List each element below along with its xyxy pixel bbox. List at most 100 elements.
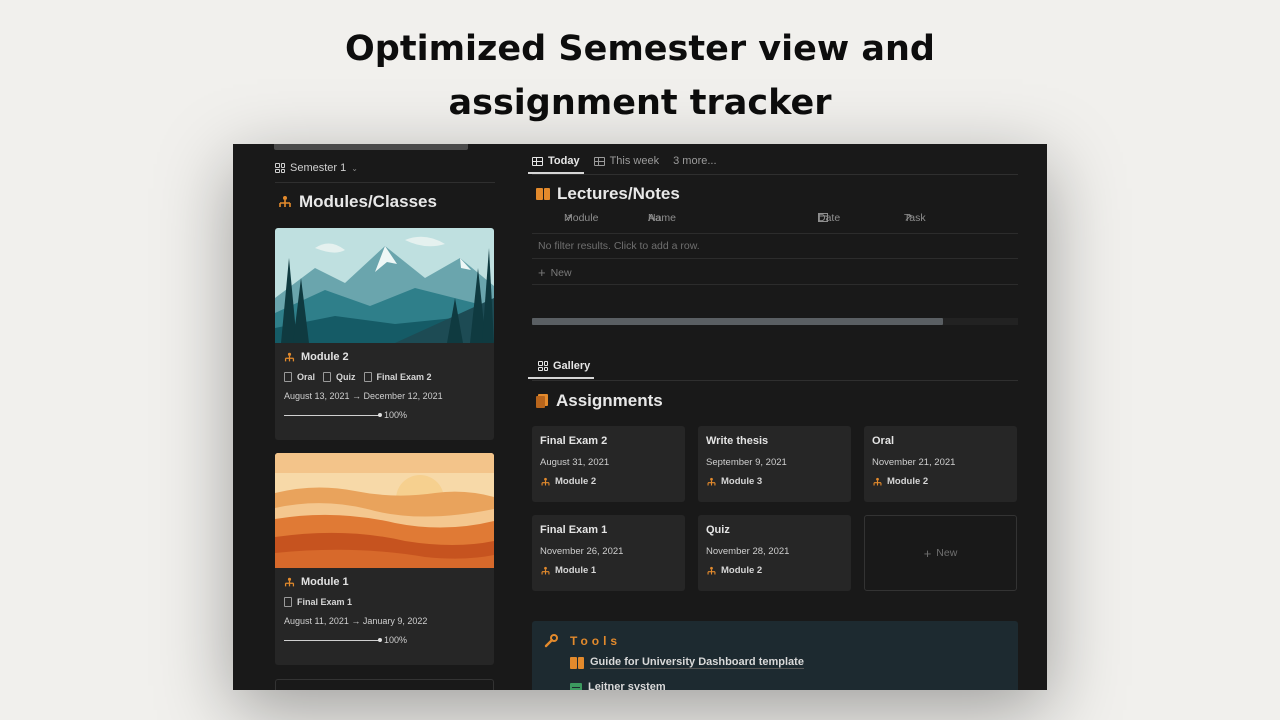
card-box-icon	[570, 682, 582, 690]
tab-semester-1[interactable]: Semester 1 ⌄	[275, 160, 358, 176]
divider	[532, 174, 1018, 175]
assignment-name: Final Exam 2	[540, 435, 608, 447]
assignment-card[interactable]: Final Exam 2 August 31, 2021 Module 2	[532, 426, 685, 502]
assignment-module-label: Module 2	[555, 476, 597, 487]
lectures-heading: Lectures/Notes	[536, 184, 680, 204]
assignment-card[interactable]: Quiz November 28, 2021 Module 2	[698, 515, 851, 591]
column-label: Module	[564, 212, 599, 224]
assignment-module-label: Module 2	[887, 476, 929, 487]
headline-line-2: assignment tracker	[448, 83, 832, 123]
document-icon	[284, 372, 292, 382]
module-card-title: Module 2	[283, 351, 494, 363]
mountain-landscape-image	[275, 228, 494, 343]
assignment-module[interactable]: Module 2	[706, 565, 843, 576]
tool-link-guide[interactable]: Guide for University Dashboard template	[570, 656, 804, 669]
tab-this-week[interactable]: This week	[593, 150, 659, 172]
assignments-heading-text: Assignments	[556, 391, 663, 410]
document-icon	[284, 597, 292, 607]
module-network-icon	[284, 352, 295, 361]
tab-label: 3 more...	[673, 155, 717, 167]
left-scrollbar[interactable]	[274, 144, 468, 150]
assignment-date: November 28, 2021	[706, 546, 790, 557]
tag-link[interactable]: Oral	[297, 372, 315, 382]
progress-label: 100%	[384, 410, 408, 420]
book-icon	[570, 656, 584, 669]
divider	[532, 258, 1018, 259]
document-icon	[363, 372, 372, 382]
gallery-icon	[538, 361, 548, 371]
book-icon	[536, 188, 550, 200]
horizontal-scrollbar[interactable]	[532, 318, 1018, 325]
plus-icon: +	[923, 545, 932, 561]
module-card-1[interactable]: Module 1 Final Exam 1 August 11, 2021 → …	[275, 453, 494, 665]
column-label: Task	[904, 212, 926, 224]
column-label: Date	[818, 212, 841, 224]
modules-heading: Modules/Classes	[277, 192, 437, 212]
assignment-module[interactable]: Module 2	[540, 476, 677, 487]
tab-more-views[interactable]: 3 more...	[673, 150, 716, 172]
new-row-button[interactable]: + New	[538, 265, 572, 280]
assignments-heading: Assignments	[536, 391, 663, 411]
lectures-table-header: ↗ Module Aa Name Date ↗ Task	[532, 212, 1018, 234]
new-assignment-label: New	[936, 547, 958, 559]
assignment-date: September 9, 2021	[706, 457, 787, 468]
column-label: Name	[648, 212, 677, 224]
tag-link[interactable]: Quiz	[336, 372, 356, 382]
wrench-icon	[544, 634, 558, 648]
headline-line-1: Optimized Semester view and	[345, 29, 935, 69]
assignment-module-label: Module 2	[721, 565, 763, 576]
new-assignment-button[interactable]: + New	[864, 515, 1017, 591]
assignment-module[interactable]: Module 3	[706, 476, 843, 487]
empty-results-row[interactable]: No filter results. Click to add a row.	[538, 240, 700, 252]
assignment-name: Final Exam 1	[540, 524, 608, 536]
tool-link-leitner[interactable]: Leitner system	[570, 681, 666, 690]
tab-label: Today	[548, 155, 580, 167]
module-card-title-text: Module 2	[301, 351, 349, 363]
page-headline: Optimized Semester view and assignment t…	[0, 22, 1280, 130]
tab-today[interactable]: Today	[528, 150, 584, 174]
assignment-module[interactable]: Module 2	[872, 476, 1009, 487]
module-network-icon	[707, 566, 716, 574]
tag-link[interactable]: Final Exam 2	[377, 372, 432, 382]
tag-link[interactable]: Final Exam 1	[297, 597, 352, 607]
assignment-name: Write thesis	[706, 435, 769, 447]
assignment-name: Oral	[872, 435, 895, 447]
assignment-name: Quiz	[706, 524, 730, 536]
table-icon	[532, 156, 543, 166]
assignment-date: November 21, 2021	[872, 457, 956, 468]
module-card-2[interactable]: Module 2 Oral Quiz Final Exam 2 August 1…	[275, 228, 494, 440]
module-progress: 100%	[284, 635, 494, 645]
assignment-module-label: Module 3	[721, 476, 763, 487]
assignment-card[interactable]: Write thesis September 9, 2021 Module 3	[698, 426, 851, 502]
modules-heading-text: Modules/Classes	[299, 192, 437, 211]
notebook-icon	[536, 394, 548, 408]
tools-callout: Tools Guide for University Dashboard tem…	[532, 621, 1018, 690]
module-network-icon	[707, 477, 716, 485]
module-network-icon	[873, 477, 882, 485]
tools-heading-text: Tools	[570, 634, 622, 648]
tab-gallery[interactable]: Gallery	[527, 355, 595, 379]
tool-link-label: Guide for University Dashboard template	[590, 656, 804, 669]
assignment-date: November 26, 2021	[540, 546, 624, 557]
assignment-module-label: Module 1	[555, 565, 597, 576]
view-tabs: Today This week 3 more...	[528, 150, 717, 174]
progress-bar	[284, 637, 382, 642]
plus-icon: +	[538, 265, 546, 280]
module-network-icon	[541, 566, 550, 574]
module-network-icon	[541, 477, 550, 485]
assignment-card[interactable]: Oral November 21, 2021 Module 2	[864, 426, 1017, 502]
semester-tab-label: Semester 1	[290, 162, 347, 174]
scrollbar-thumb[interactable]	[532, 318, 943, 325]
table-icon	[593, 156, 605, 166]
divider	[532, 380, 1018, 381]
sunset-landscape-image	[275, 453, 494, 568]
divider	[532, 233, 1018, 234]
assignment-module[interactable]: Module 1	[540, 565, 677, 576]
module-network-icon	[279, 196, 291, 207]
progress-label: 100%	[384, 635, 408, 645]
column-date[interactable]: Date	[818, 212, 840, 224]
assignment-card[interactable]: Final Exam 1 November 26, 2021 Module 1	[532, 515, 685, 591]
module-card-partial[interactable]	[275, 679, 494, 690]
progress-bar	[284, 412, 382, 417]
tab-label: Gallery	[553, 360, 591, 372]
